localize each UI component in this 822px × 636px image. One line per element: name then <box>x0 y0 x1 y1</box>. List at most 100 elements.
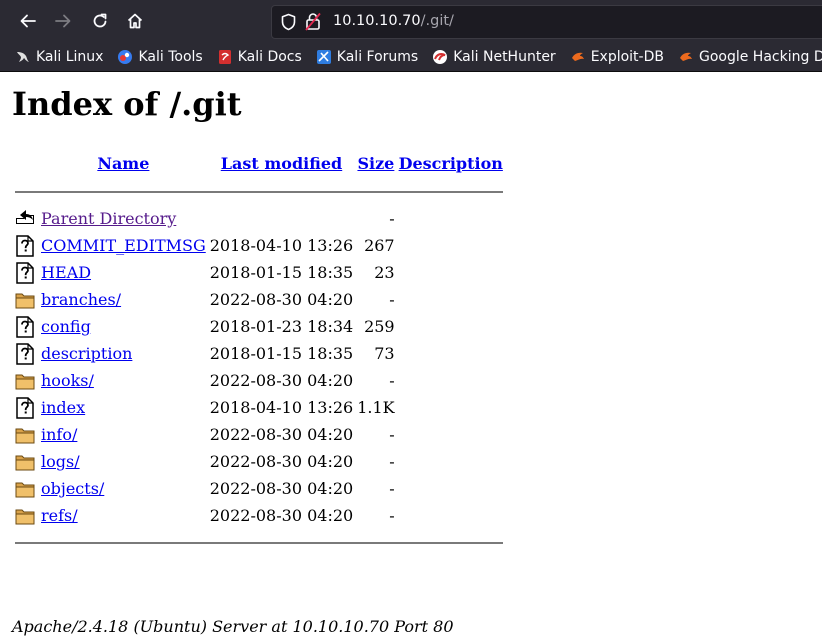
row-icon-cell <box>14 287 38 312</box>
description-cell <box>398 233 504 258</box>
size-cell: 267 <box>364 236 395 255</box>
entry-link[interactable]: description <box>41 344 132 363</box>
description-cell <box>398 287 504 312</box>
header-divider <box>14 179 504 204</box>
modified-cell: 2022-08-30 04:20 <box>209 290 354 309</box>
table-row: HEAD 2018-01-15 18:35 23 <box>14 260 504 285</box>
size-cell: 259 <box>364 317 395 336</box>
bookmark-kali-forums[interactable]: Kali Forums <box>316 49 418 65</box>
row-icon-cell <box>14 449 38 474</box>
folder-icon <box>15 455 35 470</box>
unknown-file-icon <box>16 261 34 284</box>
size-cell: 23 <box>374 263 395 282</box>
bookmark-google-hacking-db[interactable]: Google Hacking DB <box>678 49 822 65</box>
entry-link[interactable]: refs/ <box>41 506 78 525</box>
kali-nethunter-icon <box>433 49 448 64</box>
entry-link[interactable]: branches/ <box>41 290 121 309</box>
folder-icon <box>15 428 35 443</box>
entry-link[interactable]: COMMIT_EDITMSG <box>41 236 206 255</box>
name-cell: Parent Directory <box>40 206 207 231</box>
description-cell <box>398 422 504 447</box>
table-row: COMMIT_EDITMSG 2018-04-10 13:26 267 <box>14 233 504 258</box>
parent-directory-row: Parent Directory - <box>14 206 504 231</box>
parent-directory-link[interactable]: Parent Directory <box>41 209 176 228</box>
size-cell: 1.1K <box>357 398 395 417</box>
bookmark-label: Kali Docs <box>237 48 302 65</box>
bookmark-exploit-db[interactable]: Exploit-DB <box>570 49 664 65</box>
ghdb-icon <box>679 52 692 61</box>
entry-link[interactable]: HEAD <box>41 263 91 282</box>
sort-by-size-link[interactable]: Size <box>357 154 394 173</box>
sort-by-description-link[interactable]: Description <box>399 154 503 173</box>
entry-link[interactable]: hooks/ <box>41 371 94 390</box>
name-cell: description <box>40 341 207 366</box>
bookmark-kali-nethunter[interactable]: Kali NetHunter <box>432 49 556 65</box>
row-icon-cell <box>14 341 38 366</box>
bookmark-label: Exploit-DB <box>590 48 664 65</box>
entry-link[interactable]: config <box>41 317 91 336</box>
row-icon-cell <box>14 476 38 501</box>
kali-docs-icon <box>218 49 231 64</box>
modified-cell: 2018-01-15 18:35 <box>209 263 354 282</box>
forward-arrow-icon <box>55 14 71 28</box>
unknown-file-icon <box>16 396 34 419</box>
table-row: branches/2022-08-30 04:20 - <box>14 287 504 312</box>
description-cell <box>398 395 504 420</box>
bookmark-label: Google Hacking DB <box>698 48 822 65</box>
modified-cell: 2022-08-30 04:20 <box>209 425 354 444</box>
bookmark-label: Kali Linux <box>36 48 104 65</box>
back-button[interactable] <box>12 5 44 37</box>
size-cell: - <box>389 479 395 498</box>
unknown-file-icon <box>16 315 34 338</box>
name-cell: objects/ <box>40 476 207 501</box>
entry-link[interactable]: index <box>41 398 85 417</box>
row-icon-cell <box>14 368 38 393</box>
name-cell: hooks/ <box>40 368 207 393</box>
kali-forums-icon <box>316 49 331 64</box>
modified-cell: 2018-04-10 13:26 <box>209 398 354 417</box>
description-cell <box>398 314 504 339</box>
address-bar[interactable]: 10.10.10.70/.git/ <box>271 5 822 39</box>
row-icon-cell <box>14 422 38 447</box>
modified-cell: 2018-04-10 13:26 <box>209 236 354 255</box>
row-icon-cell <box>14 260 38 285</box>
back-arrow-icon <box>20 14 36 28</box>
home-button[interactable] <box>119 5 151 37</box>
table-row: index 2018-04-10 13:26 1.1K <box>14 395 504 420</box>
sort-by-modified-link[interactable]: Last modified <box>221 154 342 173</box>
modified-cell <box>209 206 354 231</box>
entry-link[interactable]: info/ <box>41 425 77 444</box>
reload-button[interactable] <box>84 5 116 37</box>
size-cell: 73 <box>374 344 395 363</box>
entry-link[interactable]: objects/ <box>41 479 104 498</box>
server-signature: Apache/2.4.18 (Ubuntu) Server at 10.10.1… <box>12 617 454 636</box>
reload-icon <box>93 13 107 28</box>
modified-cell: 2022-08-30 04:20 <box>209 452 354 471</box>
sort-by-name-link[interactable]: Name <box>97 154 149 173</box>
name-cell: COMMIT_EDITMSG <box>40 233 207 258</box>
modified-column-header: Last modified <box>209 150 354 177</box>
table-row: objects/2022-08-30 04:20 - <box>14 476 504 501</box>
bookmark-kali-tools[interactable]: Kali Tools <box>117 49 203 65</box>
url-path: /.git/ <box>420 13 454 29</box>
bookmark-kali-docs[interactable]: Kali Docs <box>217 49 302 65</box>
description-cell <box>398 260 504 285</box>
bookmark-kali-linux[interactable]: Kali Linux <box>15 49 103 65</box>
entry-link[interactable]: logs/ <box>41 452 80 471</box>
size-column-header: Size <box>356 150 395 177</box>
table-row: config 2018-01-23 18:34 259 <box>14 314 504 339</box>
description-cell <box>398 449 504 474</box>
footer-divider <box>14 530 504 555</box>
bookmarks-toolbar: Kali Linux Kali Tools Kali Docs Kali For… <box>0 42 822 72</box>
url-text[interactable]: 10.10.10.70/.git/ <box>333 13 454 29</box>
folder-icon <box>15 374 35 389</box>
tracking-shield-icon[interactable] <box>280 13 297 31</box>
table-row: refs/2022-08-30 04:20 - <box>14 503 504 528</box>
forward-button[interactable] <box>47 5 79 37</box>
icon-column-header <box>14 150 38 177</box>
exploit-db-icon <box>571 52 584 61</box>
folder-icon <box>15 482 35 497</box>
insecure-lock-icon[interactable] <box>305 12 321 31</box>
directory-listing: Name Last modified Size Description Pare… <box>12 148 506 557</box>
description-cell <box>398 341 504 366</box>
